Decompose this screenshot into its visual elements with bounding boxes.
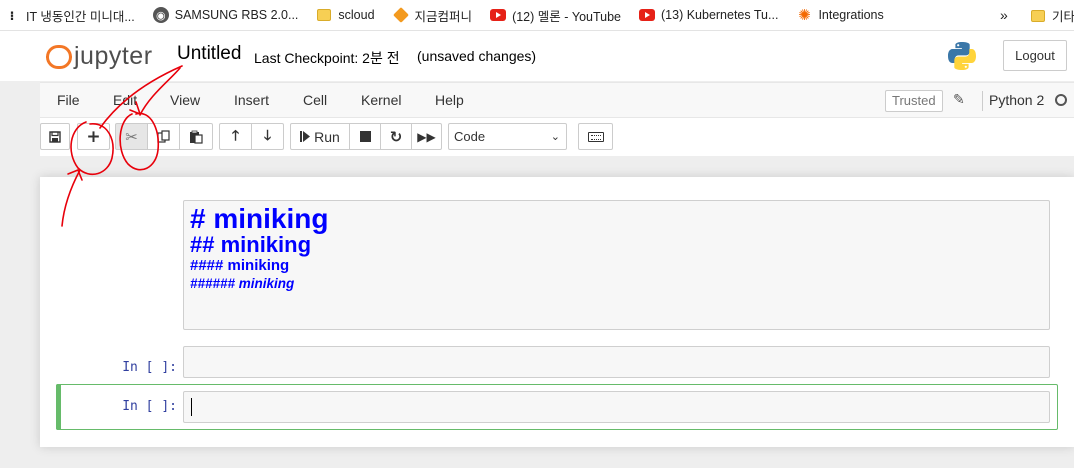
checkpoint-status: Last Checkpoint: 2분 전 [254, 50, 400, 66]
notebook-header: jupyter Untitled Last Checkpoint: 2분 전 (… [0, 31, 1074, 81]
bookmark-label: IT 냉동인간 미니대... [26, 9, 135, 24]
markdown-cell[interactable]: # miniking ## miniking #### miniking ###… [183, 200, 1050, 330]
save-button[interactable] [40, 123, 70, 150]
bookmark-samsung-rbs[interactable]: ◉ SAMSUNG RBS 2.0... [152, 7, 299, 23]
autosave-status: (unsaved changes) [417, 48, 537, 64]
bookmark-integrations[interactable]: ✺ Integrations [796, 7, 884, 24]
bookmarks-more-button[interactable]: » [1000, 7, 1008, 23]
bookmark-kubernetes-youtube[interactable]: (13) Kubernetes Tu... [639, 7, 778, 23]
menubar: File Edit View Insert Cell Kernel Help T… [40, 82, 1074, 118]
bookmark-melon-youtube[interactable]: (12) 멜론 - YouTube [490, 6, 621, 25]
run-button[interactable]: Run [290, 123, 350, 150]
bookmark-label: scloud [338, 8, 375, 22]
fast-forward-icon: ▶▶ [417, 129, 436, 144]
logout-button[interactable]: Logout [1003, 40, 1067, 71]
copy-icon [156, 129, 170, 143]
stop-icon [359, 131, 371, 142]
bookmark-label: Integrations [818, 8, 884, 22]
menu-edit[interactable]: Edit [113, 92, 137, 108]
kernel-name[interactable]: Python 2 [989, 92, 1044, 108]
insert-cell-button[interactable]: + [77, 123, 110, 150]
bookmark-other-folder[interactable]: 기타 [1030, 0, 1074, 30]
grafana-icon: ✺ [798, 7, 811, 24]
folder-icon [316, 7, 332, 23]
notebook-container: # miniking ## miniking #### miniking ###… [40, 177, 1074, 447]
code-input[interactable] [183, 346, 1050, 378]
jupyter-logo-text: jupyter [74, 42, 153, 70]
menu-cell[interactable]: Cell [303, 92, 327, 108]
paste-icon [190, 130, 203, 144]
save-icon [49, 130, 61, 143]
trusted-badge[interactable]: Trusted [885, 90, 943, 112]
move-down-button[interactable]: 🡓 [251, 123, 284, 150]
markdown-line-h4: #### miniking [190, 257, 290, 274]
scissors-icon: ✂ [125, 127, 138, 146]
markdown-line-h2: ## miniking [190, 232, 312, 257]
youtube-icon [639, 7, 655, 23]
code-input-active[interactable] [183, 391, 1050, 423]
code-cell-selected[interactable]: In [ ]: [56, 384, 1058, 430]
cell-type-value: Code [454, 129, 486, 144]
command-palette-button[interactable] [578, 123, 613, 150]
bookmark-label: SAMSUNG RBS 2.0... [174, 8, 299, 22]
restart-kernel-button[interactable]: ↻ [380, 123, 412, 150]
kernel-separator [982, 91, 983, 111]
bookmark-scloud[interactable]: scloud [316, 7, 375, 23]
notebook-toolbar: + ✂ 🡑 🡓 Run ↻ ▶▶ Code ⌄ [40, 118, 1074, 156]
pencil-icon[interactable]: ✎ [953, 91, 965, 108]
move-up-button[interactable]: 🡑 [219, 123, 252, 150]
arrow-down-icon: 🡓 [263, 127, 272, 144]
menu-help[interactable]: Help [435, 92, 464, 108]
menu-view[interactable]: View [170, 92, 200, 108]
globe-icon: ◉ [152, 7, 169, 23]
apps-icon: ⁝ [9, 8, 15, 23]
bookmark-label: (13) Kubernetes Tu... [661, 8, 779, 22]
restart-run-all-button[interactable]: ▶▶ [411, 123, 442, 150]
arrow-up-icon: 🡑 [231, 127, 240, 144]
interrupt-kernel-button[interactable] [349, 123, 381, 150]
run-label: Run [314, 128, 340, 145]
jupyter-logo-icon [44, 43, 72, 71]
bookmark-label: 지금컴퍼니 [414, 9, 473, 24]
python-logo-icon [948, 42, 976, 70]
bookmarks-bar: ⁝ IT 냉동인간 미니대... ◉ SAMSUNG RBS 2.0... sc… [0, 0, 1074, 31]
jupyter-logo[interactable]: jupyter [44, 42, 153, 71]
menu-kernel[interactable]: Kernel [361, 92, 401, 108]
plus-icon: + [86, 126, 101, 147]
chevron-down-icon: ⌄ [550, 131, 560, 143]
copy-cells-button[interactable] [147, 123, 180, 150]
bookmark-jigeum[interactable]: 지금컴퍼니 [392, 6, 473, 25]
restart-icon: ↻ [389, 127, 403, 146]
cut-cells-button[interactable]: ✂ [115, 123, 148, 150]
folder-icon [1030, 8, 1046, 24]
markdown-line-h6: ###### miniking [190, 276, 295, 291]
input-prompt: In [ ]: [122, 399, 177, 414]
menu-file[interactable]: File [57, 92, 80, 108]
box-icon [392, 7, 409, 23]
youtube-icon [490, 7, 507, 23]
cell-type-select[interactable]: Code ⌄ [448, 123, 567, 150]
markdown-line-h1: # miniking [190, 203, 329, 234]
bookmark-label: 기타 [1052, 10, 1074, 24]
bookmark-it[interactable]: ⁝ IT 냉동인간 미니대... [0, 6, 135, 25]
bookmark-label: (12) 멜론 - YouTube [512, 9, 621, 24]
input-prompt: In [ ]: [122, 360, 177, 375]
menu-insert[interactable]: Insert [234, 92, 269, 108]
paste-cells-button[interactable] [179, 123, 213, 150]
step-forward-icon [300, 131, 311, 142]
notebook-title[interactable]: Untitled [177, 43, 241, 65]
text-cursor [191, 398, 192, 416]
kernel-idle-icon [1055, 94, 1067, 106]
keyboard-icon [587, 131, 604, 142]
